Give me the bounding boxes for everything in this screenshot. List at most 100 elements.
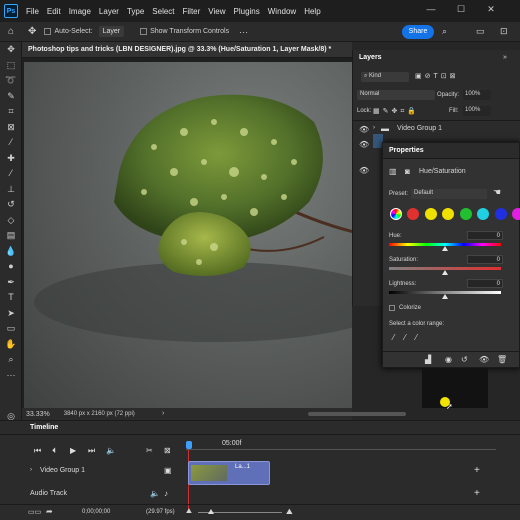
yellow-swatch-2[interactable] — [442, 208, 454, 220]
clip-to-layer-icon[interactable]: ▟ — [425, 355, 431, 364]
visibility-eye-icon[interactable]: 👁 — [359, 166, 369, 175]
transition-icon[interactable]: ⊠ — [164, 446, 171, 455]
properties-tab[interactable]: Properties — [383, 143, 519, 159]
play-icon[interactable]: ▶ — [70, 446, 76, 455]
colorize-checkbox[interactable] — [389, 305, 395, 311]
history-brush-icon[interactable]: ↺ — [0, 197, 22, 213]
music-icon[interactable]: ♪ — [164, 489, 168, 498]
blue-swatch[interactable] — [494, 208, 507, 220]
saturation-input[interactable]: 0 — [467, 255, 503, 264]
zoom-level[interactable]: 33.33% — [26, 411, 50, 418]
path-select-icon[interactable]: ➤ — [0, 306, 22, 322]
filter-icons[interactable]: ▣⊘T⊡⊠ — [415, 72, 459, 80]
share-button[interactable]: Share — [402, 25, 434, 39]
film-icon[interactable]: ▣ — [164, 466, 172, 475]
cyan-swatch[interactable] — [477, 208, 489, 220]
rectangle-icon[interactable]: ▭ — [0, 321, 22, 337]
prev-frame-icon[interactable]: ⏴ — [52, 446, 56, 456]
preset-dropdown[interactable]: Default — [411, 189, 487, 199]
trash-icon[interactable]: 🗑 — [497, 355, 507, 364]
eraser-icon[interactable]: ◇ — [0, 213, 22, 229]
mask-icon[interactable]: ◙ — [405, 167, 410, 176]
time-ruler[interactable] — [186, 449, 496, 450]
master-swatch[interactable] — [390, 208, 402, 220]
more-tools-icon[interactable]: ··· — [0, 368, 22, 384]
expand-arrow-icon[interactable]: › — [373, 125, 375, 131]
menu-select[interactable]: Select — [152, 7, 174, 16]
audio-track-icon[interactable]: 🔈 — [150, 489, 160, 498]
move-tool-icon[interactable]: ✥ — [28, 26, 36, 37]
layers-tab[interactable]: Layers — [353, 50, 520, 65]
show-transform-checkbox[interactable]: Show Transform Controls — [140, 28, 229, 35]
render-icon[interactable]: ➦ — [46, 507, 53, 516]
horizontal-scrollbar[interactable] — [308, 412, 406, 416]
track-expand-icon[interactable]: › — [30, 467, 32, 473]
eyedropper-icon[interactable]: ⁄ — [0, 135, 22, 151]
menu-window[interactable]: Window — [268, 7, 296, 16]
maximize-icon[interactable]: ☐ — [454, 4, 468, 18]
frame-icon[interactable]: ⊠ — [0, 120, 22, 136]
saturation-thumb[interactable] — [442, 270, 448, 275]
timeline-title[interactable]: Timeline — [0, 421, 520, 435]
visibility-eye-icon[interactable]: 👁 — [359, 125, 369, 134]
menu-image[interactable]: Image — [69, 7, 91, 16]
workspace-icon[interactable]: ▭ — [476, 26, 485, 37]
fill-input[interactable]: 100% — [463, 106, 491, 116]
video-clip[interactable]: La...1 — [188, 461, 270, 485]
convert-frame-icon[interactable]: ▭▭ — [28, 508, 41, 516]
auto-select-checkbox[interactable]: Auto-Select: — [44, 28, 93, 35]
opacity-input[interactable]: 100% — [463, 90, 491, 100]
playhead[interactable] — [186, 441, 192, 449]
hue-thumb[interactable] — [442, 246, 448, 251]
menu-filter[interactable]: Filter — [183, 7, 201, 16]
add-media-icon[interactable]: + — [474, 465, 480, 476]
move-icon[interactable]: ✥ — [0, 42, 22, 58]
healing-icon[interactable]: ✚ — [0, 151, 22, 167]
panel-arrange-icon[interactable]: ⊡ — [500, 26, 508, 37]
red-swatch[interactable] — [407, 208, 419, 220]
search-icon[interactable]: ⌕ — [442, 26, 447, 37]
menu-type[interactable]: Type — [127, 7, 144, 16]
status-arrow-icon[interactable]: › — [162, 410, 164, 417]
menu-help[interactable]: Help — [304, 7, 320, 16]
scissors-icon[interactable]: ✂ — [146, 446, 153, 455]
dodge-icon[interactable]: ● — [0, 259, 22, 275]
close-icon[interactable]: ✕ — [484, 4, 498, 18]
pen-icon[interactable]: ✒ — [0, 275, 22, 291]
magenta-swatch[interactable] — [512, 208, 520, 220]
menu-plugins[interactable]: Plugins — [234, 7, 260, 16]
zoom-out-icon[interactable]: ⛰ — [186, 508, 192, 516]
visibility-toggle-icon[interactable]: 👁 — [479, 355, 489, 364]
targeted-adjustment-icon[interactable]: ☚ — [493, 187, 501, 198]
zoom-slider-thumb[interactable] — [208, 509, 214, 514]
lightness-thumb[interactable] — [442, 294, 448, 299]
marquee-icon[interactable]: ⬚ — [0, 58, 22, 74]
photoshop-logo-icon[interactable]: Ps — [4, 4, 18, 18]
layer-filter-dropdown[interactable]: ⌕ Kind — [361, 72, 409, 82]
crop-icon[interactable]: ⌗ — [0, 104, 22, 120]
hand-icon[interactable]: ✋ — [0, 337, 22, 353]
home-icon[interactable]: ⌂ — [8, 26, 14, 37]
type-icon[interactable]: T — [0, 290, 22, 306]
zoom-icon[interactable]: ⌕ — [0, 352, 22, 368]
more-options-icon[interactable]: ··· — [239, 27, 248, 37]
color-swatches[interactable] — [0, 383, 22, 449]
add-audio-icon[interactable]: + — [474, 488, 480, 499]
lasso-icon[interactable]: ➰ — [0, 73, 22, 89]
stamp-icon[interactable]: ⊥ — [0, 182, 22, 198]
blend-mode-dropdown[interactable]: Normal — [357, 90, 435, 100]
green-swatch[interactable] — [459, 208, 472, 220]
auto-select-dropdown[interactable]: Layer — [98, 26, 125, 37]
next-frame-icon[interactable]: ⏭ — [88, 446, 95, 456]
minimize-icon[interactable]: — — [424, 4, 438, 18]
reset-icon[interactable]: ↺ — [461, 355, 468, 364]
first-frame-icon[interactable]: ⏮ — [34, 446, 41, 456]
hue-input[interactable]: 0 — [467, 231, 503, 240]
menu-view[interactable]: View — [208, 7, 225, 16]
brush-icon[interactable]: ⁄ — [0, 166, 22, 182]
view-previous-icon[interactable]: ◉ — [445, 355, 452, 364]
panel-collapse-icon[interactable]: » — [503, 54, 507, 61]
yellow-swatch[interactable] — [424, 208, 437, 220]
eyedropper-icons[interactable]: ⁄⁄⁄ — [393, 333, 427, 342]
menu-file[interactable]: File — [26, 7, 39, 16]
